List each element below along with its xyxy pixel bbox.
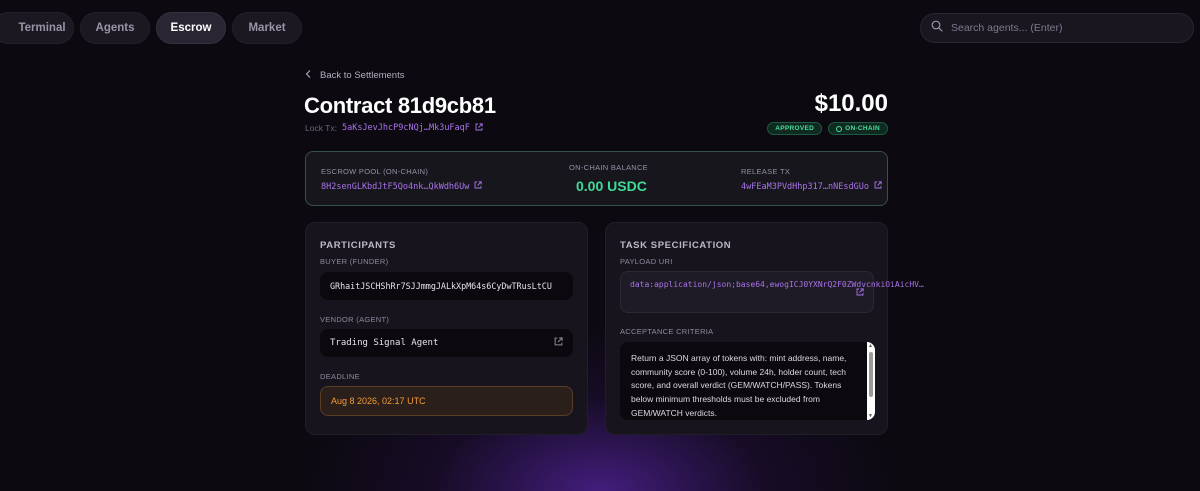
lock-tx-hash[interactable]: 5aKsJevJhcP9cNQj…Mk3uFaqF xyxy=(342,123,470,133)
top-nav: Terminal Agents Escrow Market xyxy=(0,12,302,44)
deadline-field: Aug 8 2026, 02:17 UTC xyxy=(320,386,573,416)
escrow-pool-label: ESCROW POOL (ON-CHAIN) xyxy=(321,167,429,176)
payload-uri-field[interactable]: data:application/json;base64,ewogICJ0YXN… xyxy=(620,271,924,313)
status-badge-onchain: ON-CHAIN xyxy=(828,122,888,135)
buyer-field[interactable]: GRhaitJSCHShRr7SJJmmgJALkXpM64s6CyDwTRus… xyxy=(320,272,573,300)
contract-amount: $10.00 xyxy=(814,90,888,117)
participants-heading: PARTICIPANTS xyxy=(320,240,396,251)
payload-uri-label: PAYLOAD URI xyxy=(620,257,673,266)
scrollbar-thumb[interactable] xyxy=(869,352,873,397)
external-link-icon[interactable] xyxy=(474,181,483,192)
chevron-left-icon xyxy=(305,70,312,81)
escrow-pool-address-text: 8H2senGLKbdJtF5Qo4nk…QkWdh6Uw xyxy=(321,181,470,192)
tab-escrow[interactable]: Escrow xyxy=(156,12,226,44)
external-link-icon[interactable] xyxy=(874,181,882,192)
status-badges: APPROVED ON-CHAIN xyxy=(767,122,888,135)
circle-dot-icon xyxy=(836,125,843,132)
external-link-icon[interactable] xyxy=(856,288,864,300)
search-input[interactable] xyxy=(951,22,1171,34)
status-badge-onchain-label: ON-CHAIN xyxy=(845,125,880,132)
external-link-icon[interactable] xyxy=(475,123,483,133)
balance-label: ON-CHAIN BALANCE xyxy=(569,163,648,172)
release-tx-hash[interactable]: 4wFEaM3PVdHhp317…nNEsdGUo xyxy=(741,181,882,192)
participants-card: PARTICIPANTS BUYER (FUNDER) GRhaitJSCHSh… xyxy=(305,222,588,435)
lock-tx-label: Lock Tx: xyxy=(305,123,337,133)
acceptance-criteria-label: ACCEPTANCE CRITERIA xyxy=(620,327,714,336)
tab-market[interactable]: Market xyxy=(232,12,302,44)
status-badge-approved: APPROVED xyxy=(767,122,823,135)
scroll-up-icon[interactable]: ▲ xyxy=(868,343,873,349)
buyer-label: BUYER (FUNDER) xyxy=(320,257,389,266)
search-icon xyxy=(931,19,943,37)
lock-tx: Lock Tx: 5aKsJevJhcP9cNQj…Mk3uFaqF xyxy=(305,123,483,133)
scroll-down-icon[interactable]: ▼ xyxy=(868,413,873,419)
balance-value: 0.00 USDC xyxy=(576,178,647,194)
task-spec-card: TASK SPECIFICATION PAYLOAD URI data:appl… xyxy=(605,222,924,435)
search-bar[interactable] xyxy=(920,13,1194,43)
buyer-value: GRhaitJSCHShRr7SJJmmgJALkXpM64s6CyDwTRus… xyxy=(330,281,552,291)
deadline-value: Aug 8 2026, 02:17 UTC xyxy=(331,396,426,406)
payload-uri-value: data:application/json;base64,ewogICJ0YXN… xyxy=(630,280,924,289)
acceptance-criteria-value: Return a JSON array of tokens with: mint… xyxy=(631,353,847,418)
tab-agents[interactable]: Agents xyxy=(80,12,150,44)
back-link-label: Back to Settlements xyxy=(320,70,405,81)
status-badge-approved-label: APPROVED xyxy=(775,125,815,132)
release-tx-label: RELEASE TX xyxy=(741,167,791,176)
page-title: Contract 81d9cb81 xyxy=(304,93,496,118)
tab-terminal[interactable]: Terminal xyxy=(0,12,74,44)
escrow-pool-address[interactable]: 8H2senGLKbdJtF5Qo4nk…QkWdh6Uw xyxy=(321,181,483,192)
vendor-label: VENDOR (AGENT) xyxy=(320,315,390,324)
escrow-pool-card: ESCROW POOL (ON-CHAIN) 8H2senGLKbdJtF5Qo… xyxy=(305,151,888,206)
deadline-label: DEADLINE xyxy=(320,372,360,381)
release-tx-hash-text: 4wFEaM3PVdHhp317…nNEsdGUo xyxy=(741,181,869,192)
vendor-field[interactable]: Trading Signal Agent xyxy=(320,329,573,357)
criteria-scrollbar[interactable]: ▲ ▼ xyxy=(867,342,875,420)
back-link[interactable]: Back to Settlements xyxy=(305,70,404,81)
task-spec-heading: TASK SPECIFICATION xyxy=(620,240,732,251)
vendor-value: Trading Signal Agent xyxy=(330,338,439,348)
acceptance-criteria-field[interactable]: Return a JSON array of tokens with: mint… xyxy=(620,342,875,420)
external-link-icon[interactable] xyxy=(554,337,563,349)
